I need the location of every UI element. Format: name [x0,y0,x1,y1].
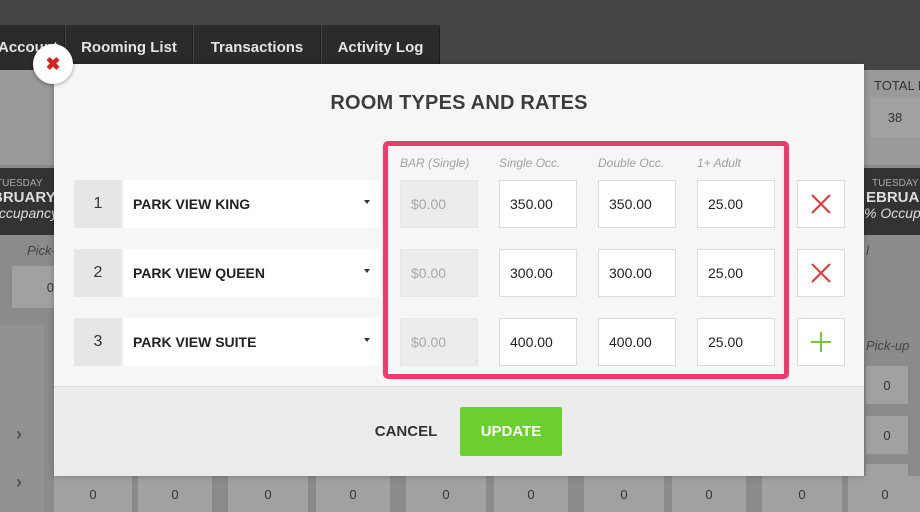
bar-rate-field: $0.00 [400,180,478,228]
grid-cell[interactable]: 0 [762,476,842,512]
pickup-value: 0 [46,279,54,295]
row-number: 3 [74,318,122,366]
grid-cell[interactable]: 0 [54,476,132,512]
bar-rate-field: $0.00 [400,318,478,366]
bar-rate-field: $0.00 [400,249,478,297]
room-type-value: PARK VIEW QUEEN [133,265,265,281]
total-value: 38 [870,97,920,137]
date-weekday: TUESDAY [0,178,43,189]
update-button[interactable]: UPDATE [460,407,562,456]
single-occ-input[interactable]: 400.00 [499,318,577,366]
caret-down-icon [364,269,370,273]
single-occ-input[interactable]: 300.00 [499,249,577,297]
adult-rate-input[interactable]: 25.00 [697,180,775,228]
remove-row-button[interactable] [797,249,845,297]
single-occ-input[interactable]: 350.00 [499,180,577,228]
remove-row-button[interactable] [797,180,845,228]
grid-cell[interactable]: 0 [228,476,308,512]
occupancy-label: % Occupan [864,205,920,221]
remove-icon [811,194,831,214]
plus-icon [811,332,831,352]
column-header-single: Single Occ. [499,156,561,170]
grid-cell[interactable]: 0 [672,476,746,512]
grid-column-left [0,325,44,512]
right-cell[interactable]: 0 [866,366,908,404]
grid-cell[interactable]: 0 [494,476,568,512]
caret-down-icon [364,200,370,204]
pickup-label-left: Pick- [27,243,56,258]
double-occ-input[interactable]: 350.00 [598,180,676,228]
close-icon: ✖ [45,53,61,74]
date-header-right: TUESDAY EBRUARY % Occupan [864,168,920,235]
adult-rate-input[interactable]: 25.00 [697,249,775,297]
date-label: EBRUARY [866,189,920,206]
add-row-button[interactable] [797,318,845,366]
date-header-left: TUESDAY BRUARY 17 Occupancy [0,168,76,235]
total-label: TOTAL R [874,78,920,93]
close-button[interactable]: ✖ [33,44,73,84]
remove-icon [811,263,831,283]
right-cell[interactable]: 0 [866,416,908,454]
pickup-label-right: Pick-up [866,338,910,353]
grid-cell[interactable]: 0 [406,476,486,512]
modal-footer [54,387,864,476]
room-type-select[interactable]: PARK VIEW QUEEN [124,249,380,297]
occupancy-label: Occupancy [0,205,59,221]
adult-rate-input[interactable]: 25.00 [697,318,775,366]
row-number: 2 [74,249,122,297]
room-type-value: PARK VIEW KING [133,196,251,212]
column-header-adult: 1+ Adult [697,156,741,170]
caret-down-icon [364,338,370,342]
room-type-value: PARK VIEW SUITE [133,334,257,350]
double-occ-input[interactable]: 300.00 [598,249,676,297]
chevron-right-icon[interactable]: › [16,424,22,445]
grid-cell[interactable]: 0 [848,476,920,512]
column-header-bar: BAR (Single) [400,156,470,170]
pickup-cell-left: 0 [12,266,54,308]
grid-cell[interactable]: 0 [138,476,212,512]
grid-cell[interactable]: 0 [584,476,664,512]
cancel-button[interactable]: CANCEL [368,416,444,446]
date-weekday: TUESDAY [872,178,919,189]
column-header-double: Double Occ. [598,156,665,170]
room-type-select[interactable]: PARK VIEW SUITE [124,318,380,366]
room-type-select[interactable]: PARK VIEW KING [124,180,380,228]
pickup-label-right-top: l [866,243,869,258]
modal-title: ROOM TYPES AND RATES [330,92,588,114]
chevron-right-icon[interactable]: › [16,472,22,493]
double-occ-input[interactable]: 400.00 [598,318,676,366]
row-number: 1 [74,180,122,228]
grid-cell[interactable]: 0 [316,476,390,512]
